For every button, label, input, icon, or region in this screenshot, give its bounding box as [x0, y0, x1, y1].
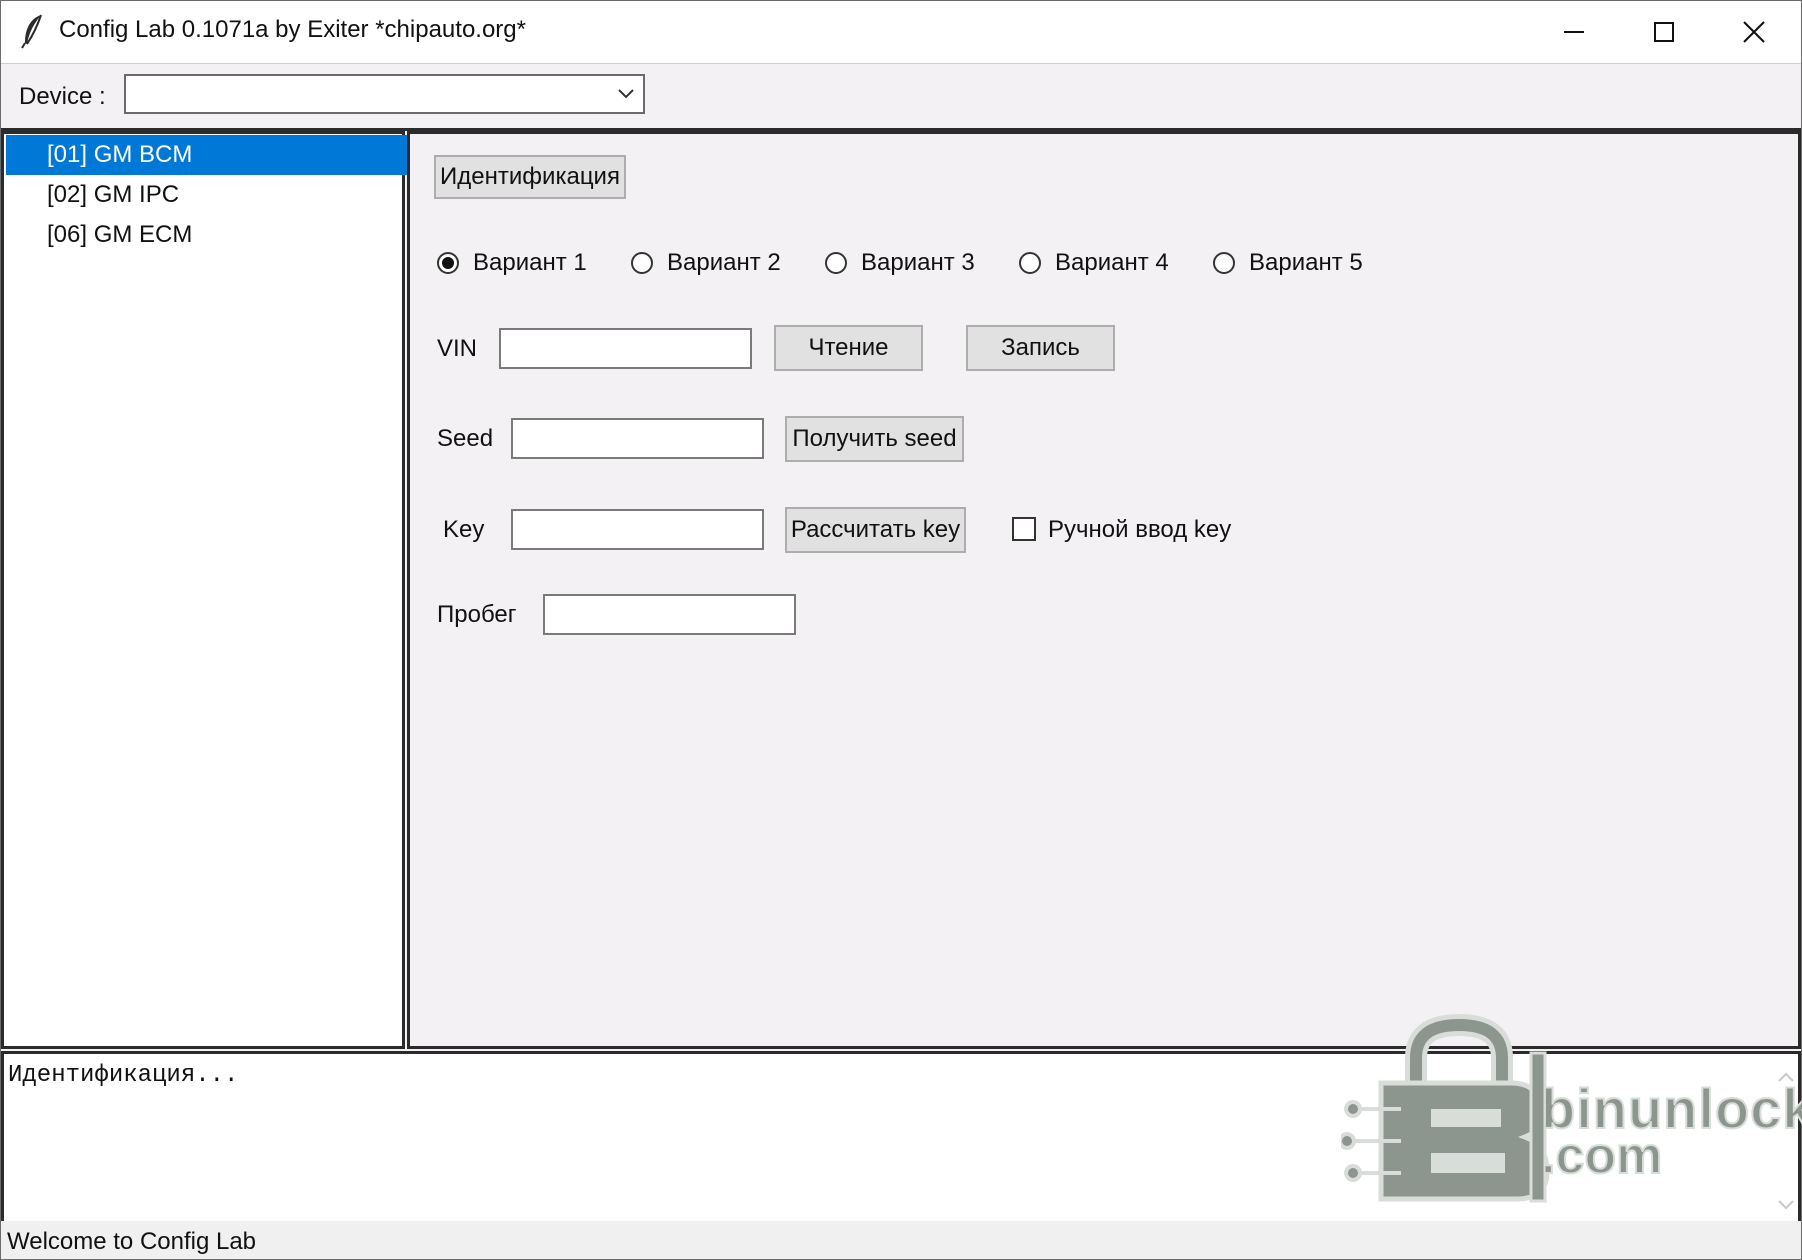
main-panel: Идентификация Вариант 1 Вариант 2 Вариан…: [407, 131, 1801, 1049]
radio-label: Вариант 2: [667, 249, 781, 276]
key-label: Key: [443, 516, 485, 543]
radio-circle: [1213, 252, 1235, 274]
list-item[interactable]: [02] GM IPC: [6, 175, 409, 215]
radio-circle: [825, 252, 847, 274]
calc-key-button[interactable]: Рассчитать key: [785, 507, 966, 553]
manual-key-checkbox[interactable]: [1012, 517, 1036, 541]
radio-variant-2[interactable]: Вариант 2: [631, 249, 801, 281]
radio-label: Вариант 3: [861, 249, 975, 276]
mileage-label: Пробег: [437, 601, 517, 628]
mileage-input[interactable]: [543, 594, 796, 635]
radio-label: Вариант 1: [473, 249, 587, 276]
manual-key-label: Ручной ввод key: [1048, 516, 1232, 543]
list-item[interactable]: [01] GM BCM: [6, 135, 409, 175]
radio-variant-1[interactable]: Вариант 1: [437, 249, 607, 281]
radio-variant-4[interactable]: Вариант 4: [1019, 249, 1189, 281]
feather-icon: [21, 14, 42, 49]
radio-variant-5[interactable]: Вариант 5: [1213, 249, 1383, 281]
vin-input[interactable]: [499, 328, 752, 369]
device-select[interactable]: [124, 74, 645, 114]
radio-circle: [1019, 252, 1041, 274]
radio-label: Вариант 5: [1249, 249, 1363, 276]
radio-dot: [442, 257, 454, 269]
log-text: Идентификация...: [8, 1062, 239, 1089]
radio-circle: [631, 252, 653, 274]
write-button[interactable]: Запись: [966, 325, 1115, 371]
list-item-label: [02] GM IPC: [47, 181, 180, 208]
device-list: [01] GM BCM [02] GM IPC [06] GM ECM: [1, 131, 409, 1049]
device-bar: Device :: [1, 64, 1801, 131]
list-item[interactable]: [06] GM ECM: [6, 215, 409, 255]
minimize-icon: [1564, 31, 1584, 33]
close-button[interactable]: [1709, 1, 1799, 63]
watermark-domain: .com: [1540, 1126, 1663, 1186]
status-text: Welcome to Config Lab: [7, 1228, 257, 1255]
identify-button[interactable]: Идентификация: [434, 155, 626, 199]
window-title: Config Lab 0.1071a by Exiter *chipauto.o…: [59, 16, 526, 43]
seed-input[interactable]: [511, 418, 764, 459]
get-seed-button[interactable]: Получить seed: [785, 416, 964, 462]
title-bar: Config Lab 0.1071a by Exiter *chipauto.o…: [1, 1, 1801, 64]
chevron-down-icon: [618, 89, 634, 99]
maximize-icon: [1654, 22, 1674, 42]
minimize-button[interactable]: [1529, 1, 1619, 63]
app-window: Config Lab 0.1071a by Exiter *chipauto.o…: [0, 0, 1802, 1260]
device-label: Device :: [19, 83, 106, 110]
seed-label: Seed: [437, 425, 494, 452]
list-item-label: [01] GM BCM: [47, 141, 193, 168]
read-button[interactable]: Чтение: [774, 325, 923, 371]
key-input[interactable]: [511, 509, 764, 550]
radio-variant-3[interactable]: Вариант 3: [825, 249, 995, 281]
radio-label: Вариант 4: [1055, 249, 1169, 276]
status-bar: Welcome to Config Lab: [1, 1221, 1801, 1259]
vin-label: VIN: [437, 335, 478, 362]
maximize-button[interactable]: [1619, 1, 1709, 63]
list-item-label: [06] GM ECM: [47, 221, 193, 248]
close-icon: [1743, 21, 1765, 43]
